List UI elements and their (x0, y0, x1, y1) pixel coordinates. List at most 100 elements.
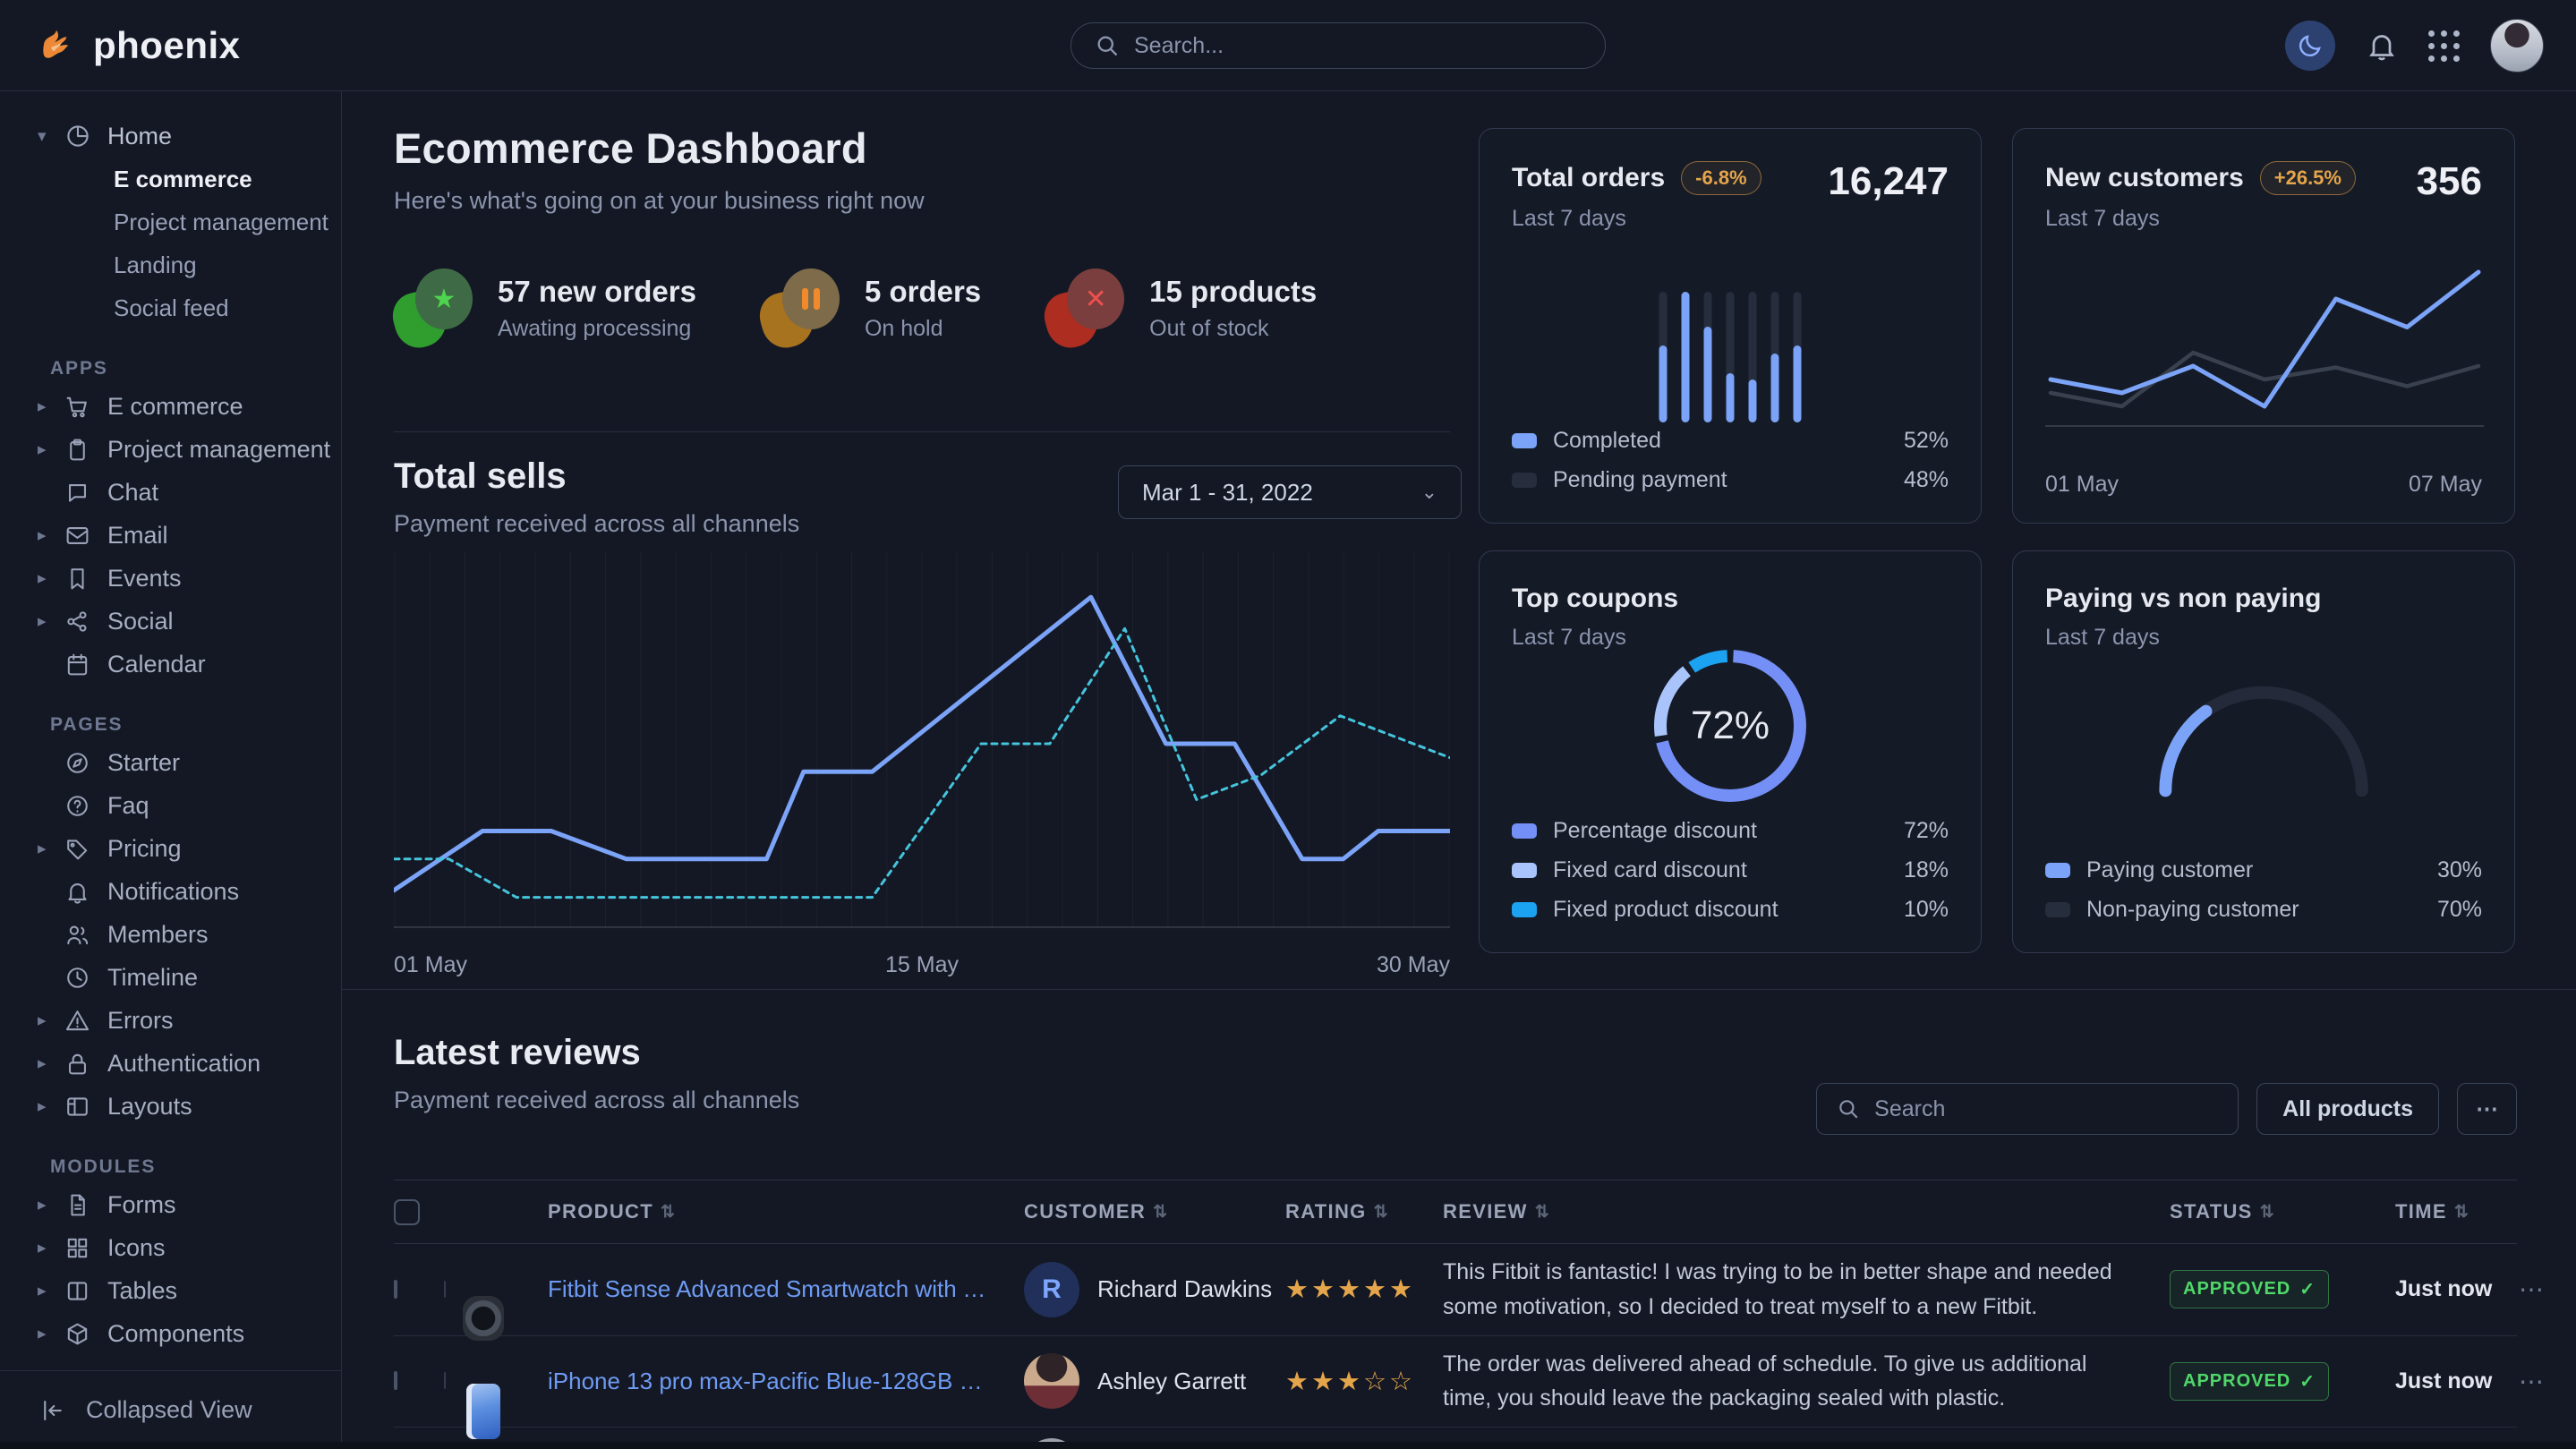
sort-icon: ⇅ (661, 1202, 676, 1223)
review-text: The order was delivered ahead of schedul… (1443, 1347, 2170, 1417)
compass-icon (64, 750, 107, 776)
caret-right-icon: ▸ (38, 839, 64, 859)
reviews-table: PRODUCT⇅CUSTOMER⇅RATING⇅REVIEW⇅STATUS⇅TI… (394, 1180, 2517, 1449)
reviews-search[interactable] (1816, 1083, 2239, 1135)
global-search[interactable] (1070, 22, 1606, 69)
sidebar-item-timeline[interactable]: Timeline (0, 956, 341, 999)
column-header-status[interactable]: STATUS⇅ (2170, 1200, 2395, 1223)
coupons-legend: Percentage discount72%Fixed card discoun… (1512, 811, 1949, 929)
customer-avatar (1024, 1353, 1079, 1409)
sidebar-subitem-social-feed[interactable]: Social feed (0, 286, 341, 329)
sidebar-item-tables[interactable]: ▸Tables (0, 1269, 341, 1312)
select-all-checkbox[interactable] (394, 1199, 444, 1225)
column-header-review[interactable]: REVIEW⇅ (1443, 1200, 2170, 1223)
stat-value: 15 products (1149, 275, 1317, 309)
product-link[interactable]: iPhone 13 pro max-Pacific Blue-128GB sto… (548, 1368, 1024, 1395)
column-header-rating[interactable]: RATING⇅ (1285, 1200, 1443, 1223)
card-title: Total orders (1512, 163, 1665, 193)
user-avatar[interactable] (2490, 19, 2544, 72)
users-icon (64, 922, 107, 948)
row-actions-button[interactable]: ⋯ (2519, 1274, 2547, 1304)
stat-sub: Awating processing (498, 316, 696, 342)
more-options-button[interactable]: ⋯ (2457, 1083, 2517, 1135)
sidebar-item-label: Starter (107, 749, 180, 777)
sidebar-item-faq[interactable]: Faq (0, 784, 341, 827)
sidebar-subitem-e-commerce[interactable]: E commerce (0, 158, 341, 200)
sidebar-item-components[interactable]: ▸Components (0, 1312, 341, 1355)
sidebar-item-email[interactable]: ▸Email (0, 514, 341, 557)
brand-logo[interactable]: phoenix (0, 24, 241, 67)
sidebar-item-icons[interactable]: ▸Icons (0, 1226, 341, 1269)
new-customers-chart (2045, 263, 2484, 442)
sidebar-item-label: Chat (107, 479, 158, 507)
grid4-icon (64, 1235, 107, 1261)
sidebar-item-errors[interactable]: ▸ Errors (0, 999, 341, 1042)
sidebar-item-authentication[interactable]: ▸Authentication (0, 1042, 341, 1085)
sidebar-item-label: Home (107, 123, 172, 150)
sidebar-item-label: Project management (107, 436, 330, 464)
sidebar-item-e-commerce[interactable]: ▸E commerce (0, 385, 341, 428)
theme-toggle-moon-icon[interactable] (2285, 21, 2335, 71)
sidebar: ▾ Home E commerceProject managementLandi… (0, 91, 342, 1449)
sidebar-item-pricing[interactable]: ▸Pricing (0, 827, 341, 870)
x-label: 15 May (885, 952, 959, 978)
caret-right-icon: ▸ (38, 1010, 64, 1031)
product-link[interactable]: Fitbit Sense Advanced Smartwatch with To… (548, 1275, 1024, 1303)
column-header-product[interactable]: PRODUCT⇅ (548, 1200, 1024, 1223)
collapse-icon (39, 1397, 66, 1424)
sidebar-item-label: Icons (107, 1234, 166, 1262)
sidebar-item-forms[interactable]: ▸Forms (0, 1183, 341, 1226)
stat-star: ★57 new ordersAwating processing (394, 267, 696, 349)
main-content: Ecommerce Dashboard Here's what's going … (342, 91, 2576, 1449)
sidebar-item-members[interactable]: Members (0, 913, 341, 956)
legend-row: Paying customer30% (2045, 850, 2482, 890)
sidebar-item-home[interactable]: ▾ Home (0, 115, 341, 158)
global-search-input[interactable] (1134, 33, 1582, 59)
sidebar-subitem-landing[interactable]: Landing (0, 243, 341, 286)
caret-right-icon: ▸ (38, 1281, 64, 1301)
row-checkbox[interactable] (394, 1371, 397, 1390)
row-actions-button[interactable]: ⋯ (2519, 1367, 2547, 1396)
sidebar-item-label: Errors (107, 1007, 174, 1035)
sidebar-item-project-management[interactable]: ▸Project management (0, 428, 341, 471)
product-thumbnail[interactable] (444, 1372, 446, 1389)
top-navbar: phoenix (0, 0, 2576, 91)
legend-row: Percentage discount72% (1512, 811, 1949, 850)
order-bar (1682, 292, 1690, 422)
column-header-time[interactable]: TIME⇅ (2395, 1200, 2519, 1223)
legend-row: Fixed product discount10% (1512, 890, 1949, 929)
sidebar-item-events[interactable]: ▸Events (0, 557, 341, 600)
x-label: 07 May (2409, 472, 2482, 498)
collapsed-view-toggle[interactable]: Collapsed View (0, 1370, 341, 1449)
stat-value: 5 orders (865, 275, 981, 309)
legend-label: Fixed product discount (1553, 897, 1888, 923)
sidebar-item-layouts[interactable]: ▸Layouts (0, 1085, 341, 1128)
column-header-customer[interactable]: CUSTOMER⇅ (1024, 1200, 1285, 1223)
caret-right-icon: ▸ (38, 525, 64, 546)
legend-row: Non-paying customer70% (2045, 890, 2482, 929)
sidebar-item-label: Forms (107, 1191, 176, 1219)
notifications-bell-icon[interactable] (2366, 30, 2398, 62)
sidebar-item-notifications[interactable]: Notifications (0, 870, 341, 913)
legend-value: 48% (1904, 467, 1949, 493)
sidebar-subitem-project-management[interactable]: Project management (0, 200, 341, 243)
x-label: 30 May (1377, 952, 1450, 978)
sidebar-item-calendar[interactable]: Calendar (0, 643, 341, 686)
review-time: Just now (2395, 1368, 2519, 1394)
sidebar-item-starter[interactable]: Starter (0, 741, 341, 784)
reviews-search-input[interactable] (1874, 1096, 2218, 1122)
box-icon (64, 1321, 107, 1347)
product-thumbnail[interactable] (444, 1281, 446, 1298)
sidebar-item-chat[interactable]: Chat (0, 471, 341, 514)
all-products-button[interactable]: All products (2256, 1083, 2439, 1135)
calendar-icon (64, 652, 107, 678)
total-sells-chart (394, 551, 1450, 954)
apps-grid-icon[interactable] (2428, 30, 2460, 62)
new-customers-x-axis: 01 May 07 May (2045, 472, 2482, 498)
legend-label: Percentage discount (1553, 818, 1888, 844)
stat-sub: On hold (865, 316, 981, 342)
row-checkbox[interactable] (394, 1280, 397, 1299)
sort-icon: ⇅ (2260, 1202, 2275, 1223)
sidebar-item-social[interactable]: ▸Social (0, 600, 341, 643)
date-range-select[interactable]: Mar 1 - 31, 2022 ⌄ (1118, 465, 1462, 519)
